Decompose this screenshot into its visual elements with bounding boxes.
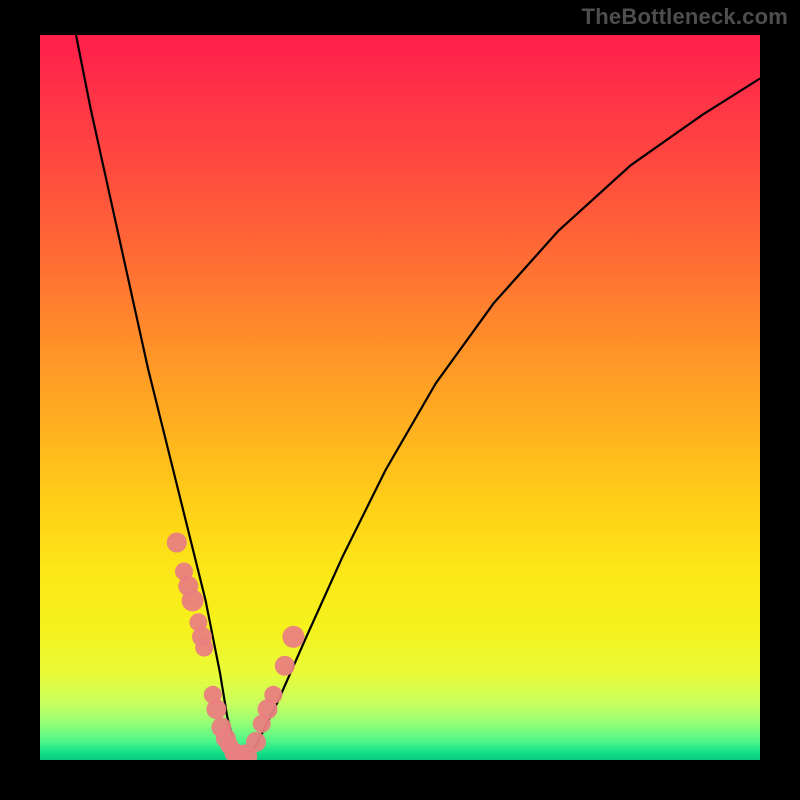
scatter-point xyxy=(182,590,204,612)
bottleneck-curve-path xyxy=(76,35,760,760)
scatter-point xyxy=(246,732,266,752)
chart-frame: TheBottleneck.com xyxy=(0,0,800,800)
scatter-point xyxy=(167,533,187,553)
scatter-point xyxy=(275,656,295,676)
scatter-point xyxy=(282,626,304,648)
scatter-point xyxy=(206,699,226,719)
watermark-text: TheBottleneck.com xyxy=(582,4,788,30)
plot-area xyxy=(40,35,760,760)
chart-svg xyxy=(40,35,760,760)
scatter-group xyxy=(167,533,305,761)
scatter-point xyxy=(264,686,282,704)
scatter-point xyxy=(195,639,213,657)
